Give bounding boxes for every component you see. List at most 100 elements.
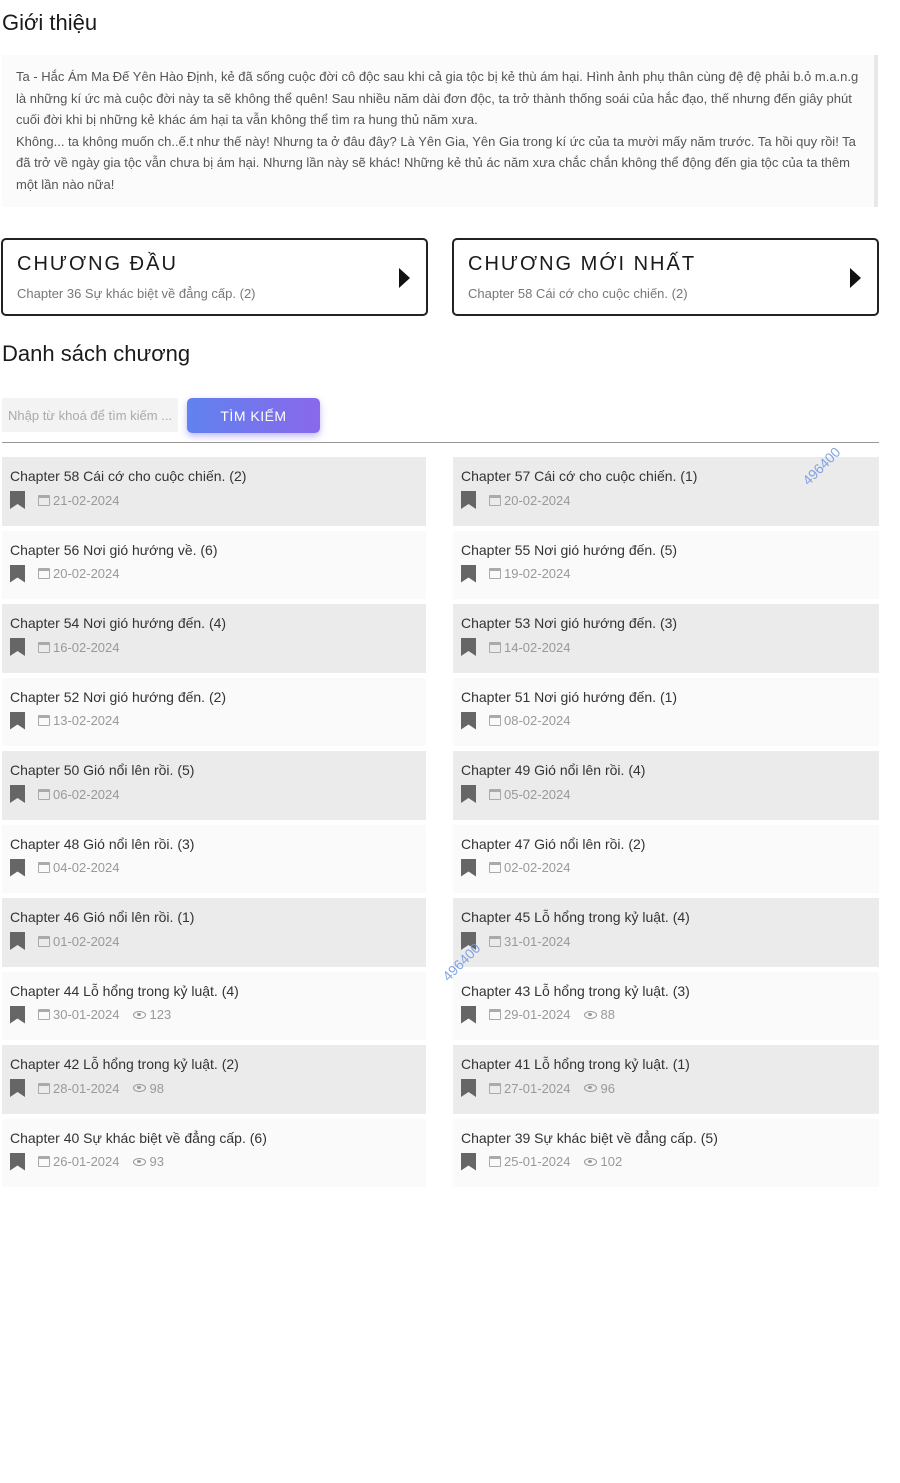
chapter-date: 19-02-2024 [504, 566, 571, 581]
caret-right-icon [850, 268, 861, 288]
chapter-title[interactable]: Chapter 50 Gió nổi lên rồi. (5) [10, 762, 418, 778]
calendar-icon [489, 862, 501, 873]
chapter-title[interactable]: Chapter 56 Nơi gió hướng về. (6) [10, 542, 418, 558]
chapter-title[interactable]: Chapter 53 Nơi gió hướng đến. (3) [461, 615, 871, 631]
chapter-date: 04-02-2024 [53, 860, 120, 875]
eye-icon [583, 1084, 597, 1092]
chapter-title[interactable]: Chapter 39 Sự khác biệt về đẳng cấp. (5) [461, 1130, 871, 1146]
bookmark-icon[interactable] [461, 785, 476, 803]
chapter-title[interactable]: Chapter 54 Nơi gió hướng đến. (4) [10, 615, 418, 631]
chapter-item[interactable]: Chapter 45 Lỗ hổng trong kỷ luật. (4) 31-… [453, 898, 879, 967]
bookmark-icon[interactable] [10, 858, 25, 877]
chapter-item[interactable]: Chapter 41 Lỗ hổng trong kỷ luật. (1) 27-… [453, 1045, 879, 1114]
chapter-date: 01-02-2024 [53, 933, 120, 949]
chapter-title[interactable]: Chapter 40 Sự khác biệt về đẳng cấp. (6) [10, 1130, 418, 1146]
chapter-item[interactable]: Chapter 53 Nơi gió hướng đến. (3) 14-02-2… [453, 604, 879, 673]
bookmark-icon[interactable] [461, 1079, 476, 1097]
bookmark-icon[interactable] [10, 932, 25, 950]
chapter-title[interactable]: Chapter 42 Lỗ hổng trong kỷ luật. (2) [10, 1056, 418, 1072]
chapter-item[interactable]: Chapter 39 Sự khác biệt về đẳng cấp. (5)… [453, 1118, 879, 1187]
bookmark-icon[interactable] [10, 1079, 25, 1097]
calendar-icon [489, 1009, 501, 1020]
calendar-icon [38, 1082, 50, 1094]
chapter-item[interactable]: Chapter 44 Lỗ hổng trong kỷ luật. (4) 30-… [2, 971, 426, 1040]
latest-chapter-button[interactable]: CHƯƠNG MỚI NHẤT Chapter 58 Cái cớ cho cu… [452, 238, 879, 316]
chapter-meta: 05-02-2024 [461, 784, 871, 804]
bookmark-icon[interactable] [461, 858, 476, 877]
bookmark-icon[interactable] [461, 1005, 476, 1024]
search-input[interactable] [2, 398, 178, 432]
bookmark-icon[interactable] [10, 1005, 25, 1024]
chapter-meta: 04-02-2024 [10, 858, 418, 878]
latest-chapter-label: CHƯƠNG MỚI NHẤT [468, 253, 697, 275]
chapter-title[interactable]: Chapter 46 Gió nổi lên rồi. (1) [10, 909, 418, 925]
chapter-meta: 16-02-2024 [10, 637, 418, 657]
first-chapter-button[interactable]: CHƯƠNG ĐẦU Chapter 36 Sự khác biệt về đẳ… [1, 238, 428, 316]
chapter-item[interactable]: Chapter 47 Gió nổi lên rồi. (2) 02-02-202… [453, 824, 879, 893]
bookmark-icon[interactable] [10, 711, 25, 730]
chapter-title[interactable]: Chapter 41 Lỗ hổng trong kỷ luật. (1) [461, 1056, 871, 1072]
chapter-date: 02-02-2024 [504, 860, 571, 875]
chapter-date: 27-01-2024 [504, 1080, 571, 1096]
chapter-title[interactable]: Chapter 58 Cái cớ cho cuộc chiến. (2) [10, 468, 418, 484]
chapter-item[interactable]: Chapter 55 Nơi gió hướng đến. (5) 19-02-2… [453, 530, 879, 599]
chapter-title[interactable]: Chapter 49 Gió nổi lên rồi. (4) [461, 762, 871, 778]
chapter-views: 102 [600, 1154, 623, 1169]
chapter-item[interactable]: Chapter 58 Cái cớ cho cuộc chiến. (2) 21-… [2, 457, 426, 526]
bookmark-icon[interactable] [461, 491, 476, 509]
bookmark-icon[interactable] [461, 1152, 476, 1171]
bookmark-icon[interactable] [461, 638, 476, 656]
chapter-title[interactable]: Chapter 43 Lỗ hổng trong kỷ luật. (3) [461, 983, 871, 999]
bookmark-icon[interactable] [10, 564, 25, 583]
chapter-item[interactable]: Chapter 42 Lỗ hổng trong kỷ luật. (2) 28-… [2, 1045, 426, 1114]
bookmark-icon[interactable] [10, 1152, 25, 1171]
calendar-icon [489, 641, 501, 653]
bookmark-icon[interactable] [10, 785, 25, 803]
chapter-meta: 26-01-2024 93 [10, 1152, 418, 1172]
first-chapter-subtitle: Chapter 36 Sự khác biệt về đẳng cấp. (2) [17, 286, 256, 301]
eye-icon [583, 1010, 597, 1019]
chapter-meta: 06-02-2024 [10, 784, 418, 804]
calendar-icon [38, 568, 50, 579]
chapter-item[interactable]: Chapter 52 Nơi gió hướng đến. (2) 13-02-2… [2, 677, 426, 746]
chapter-date: 31-01-2024 [504, 933, 571, 949]
chapter-item[interactable]: Chapter 43 Lỗ hổng trong kỷ luật. (3) 29-… [453, 971, 879, 1040]
chapter-item[interactable]: Chapter 56 Nơi gió hướng về. (6) 20-02-20… [2, 530, 426, 599]
chapter-item[interactable]: Chapter 40 Sự khác biệt về đẳng cấp. (6)… [2, 1118, 426, 1187]
chapter-title[interactable]: Chapter 51 Nơi gió hướng đến. (1) [461, 689, 871, 705]
chapter-item[interactable]: Chapter 46 Gió nổi lên rồi. (1) 01-02-202… [2, 898, 426, 967]
chapter-title[interactable]: Chapter 52 Nơi gió hướng đến. (2) [10, 689, 418, 705]
eye-icon [132, 1157, 146, 1166]
chapter-meta: 13-02-2024 [10, 711, 418, 731]
chapter-meta: 02-02-2024 [461, 858, 871, 878]
chapter-item[interactable]: Chapter 50 Gió nổi lên rồi. (5) 06-02-202… [2, 751, 426, 820]
chapter-date: 13-02-2024 [53, 713, 120, 728]
chapter-item[interactable]: Chapter 49 Gió nổi lên rồi. (4) 05-02-202… [453, 751, 879, 820]
calendar-icon [489, 568, 501, 579]
chapter-title[interactable]: Chapter 55 Nơi gió hướng đến. (5) [461, 542, 871, 558]
chapter-date: 26-01-2024 [53, 1154, 120, 1169]
intro-heading: Giới thiệu [2, 10, 98, 35]
bookmark-icon[interactable] [10, 491, 25, 509]
bookmark-icon[interactable] [461, 711, 476, 730]
chapter-date: 14-02-2024 [504, 639, 571, 655]
chapter-title[interactable]: Chapter 44 Lỗ hổng trong kỷ luật. (4) [10, 983, 418, 999]
calendar-icon [489, 788, 501, 800]
chapter-item[interactable]: Chapter 48 Gió nổi lên rồi. (3) 04-02-202… [2, 824, 426, 893]
chapter-title[interactable]: Chapter 48 Gió nổi lên rồi. (3) [10, 836, 418, 852]
chapter-meta: 30-01-2024 123 [10, 1005, 418, 1025]
divider [2, 442, 879, 443]
chapter-title[interactable]: Chapter 45 Lỗ hổng trong kỷ luật. (4) [461, 909, 871, 925]
eye-icon [583, 1157, 597, 1166]
chapter-views: 93 [149, 1154, 164, 1169]
bookmark-icon[interactable] [461, 564, 476, 583]
chapter-item[interactable]: Chapter 51 Nơi gió hướng đến. (1) 08-02-2… [453, 677, 879, 746]
search-button[interactable]: TÌM KIẾM [187, 398, 320, 433]
bookmark-icon[interactable] [10, 638, 25, 656]
chapter-date: 20-02-2024 [504, 492, 571, 508]
chapter-meta: 14-02-2024 [461, 637, 871, 657]
chapter-item[interactable]: Chapter 54 Nơi gió hướng đến. (4) 16-02-2… [2, 604, 426, 673]
chapter-title[interactable]: Chapter 47 Gió nổi lên rồi. (2) [461, 836, 871, 852]
chapter-date: 30-01-2024 [53, 1007, 120, 1022]
chapter-meta: 29-01-2024 88 [461, 1005, 871, 1025]
